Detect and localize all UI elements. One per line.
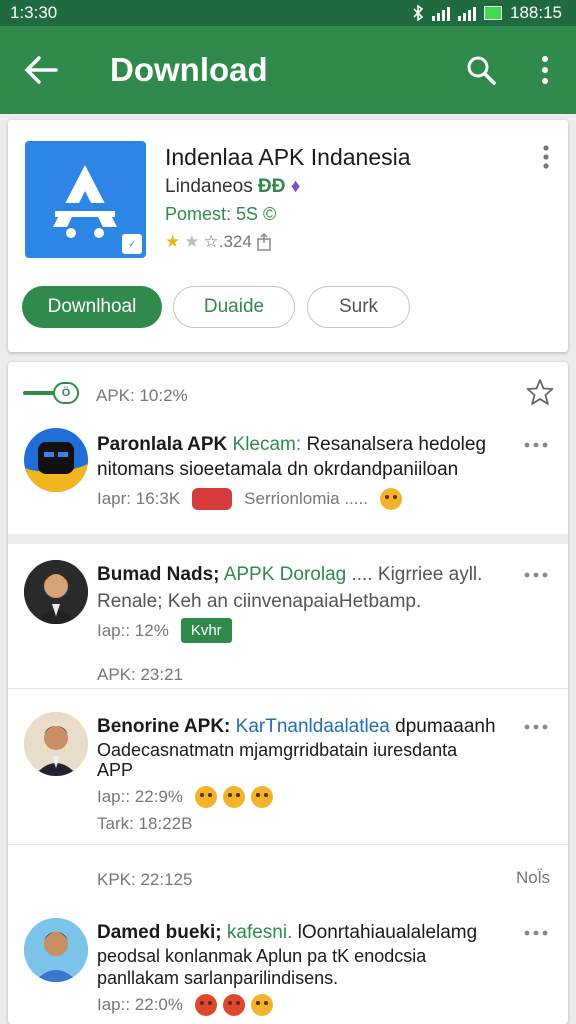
bluetooth-icon <box>413 5 424 21</box>
app-developer[interactable]: Lindaneos ÐÐ ♦ <box>165 176 300 198</box>
avatar <box>24 428 88 492</box>
emoji-icon <box>195 786 218 808</box>
status-time: 1:3:30 <box>10 3 58 22</box>
more-horiz-icon <box>524 724 548 730</box>
post-body-extra: panllakam sarlanparilindisens. <box>97 968 339 988</box>
page-title: Download <box>110 51 268 88</box>
battery-icon <box>484 6 502 20</box>
post-menu-button[interactable] <box>524 720 550 734</box>
status-clock: 188:15 <box>510 3 562 22</box>
app-card-menu-button[interactable] <box>532 142 560 172</box>
person-avatar-icon <box>24 712 88 776</box>
post-menu-button[interactable] <box>524 568 550 582</box>
verified-badge-icon: ✓ <box>122 234 142 254</box>
more-horiz-icon <box>524 572 548 578</box>
post-meta-extra: Serrionlomia ..... <box>244 489 368 508</box>
post-tag: APPK Dorolag <box>223 564 347 585</box>
avatar <box>24 918 88 982</box>
post-text: dpumaaanh <box>395 716 496 737</box>
post-text: .... Kigrriee ayll. <box>351 564 483 585</box>
post-body: nitomans sioeetamala dn okrdandpaniiloan <box>97 459 459 480</box>
leaf-icon: ♦ <box>290 176 301 197</box>
post-body-extra: APP <box>97 760 134 780</box>
app-rating: ★ ★ ☆.324 <box>165 232 272 252</box>
app-icon[interactable]: ✓ <box>25 141 146 258</box>
post-menu-button[interactable] <box>524 438 550 452</box>
app-name: Indenlaa APK Indanesia <box>165 144 411 170</box>
list-item[interactable]: KPK: 22:125 Nol̈s Damed bueki; kafesni. … <box>8 862 568 1024</box>
list-item[interactable]: Bumad Nads; APPK Dorolag .... Kigrriee a… <box>8 544 568 684</box>
post-meta: Iap:: 12% <box>97 620 169 640</box>
guide-button[interactable]: Duaide <box>173 286 295 328</box>
post-menu-button[interactable] <box>524 926 550 940</box>
heart-bubble-icon <box>192 488 233 510</box>
post-author: Paronlala APK <box>97 434 228 455</box>
post-tag: Klecam: <box>232 434 302 455</box>
feed-apk-label: APK: 10:2% <box>96 386 188 405</box>
developer-badge: ÐÐ <box>257 176 286 197</box>
post-meta: Iap:: 22:9% <box>97 787 184 806</box>
emoji-icon <box>251 786 274 808</box>
list-item[interactable]: Benorine APK: KarTnanldaalatlea dpumaaan… <box>8 702 568 842</box>
app-bar: Download <box>0 26 576 114</box>
rating-value: ☆.324 <box>203 232 252 251</box>
post-body: Oadecasnatmatn mjamgrridbatain iuresdant… <box>97 740 458 760</box>
star-filled-icon: ★ <box>165 232 181 251</box>
star-empty-icon: ★ <box>184 232 200 251</box>
post-tag: kafesni. <box>226 922 293 943</box>
emoji-icon <box>195 994 218 1016</box>
post-author: Damed bueki; <box>97 922 222 943</box>
signal-icon <box>432 5 450 21</box>
post-text: lOonrtahiaualalelamg <box>297 922 478 943</box>
feed-toggle[interactable]: Ö <box>23 382 79 404</box>
toggle-thumb: Ö <box>53 382 79 404</box>
robot-avatar-icon <box>24 442 88 492</box>
app-card: ✓ Indenlaa APK Indanesia Lindaneos ÐÐ ♦ … <box>8 120 568 352</box>
post-tark-label: Tark: 18:22B <box>97 814 193 833</box>
person-avatar-icon <box>24 560 88 624</box>
signal-icon <box>458 5 476 21</box>
overflow-menu-button[interactable] <box>522 45 568 95</box>
person-avatar-icon <box>24 918 88 982</box>
post-author: Benorine APK: <box>97 716 231 737</box>
post-meta: Iapr: 16:3K <box>97 489 181 508</box>
status-badge[interactable]: Kvhr <box>180 618 232 643</box>
star-outline-icon <box>526 379 554 405</box>
avatar <box>24 560 88 624</box>
emoji-icon <box>251 994 274 1016</box>
status-icons: 188:15 <box>412 3 562 23</box>
more-horiz-icon <box>524 930 548 936</box>
post-author: Bumad Nads; <box>97 564 220 585</box>
post-kpk-right: Nol̈s <box>515 868 550 887</box>
more-vert-icon <box>543 145 549 169</box>
post-tag: KarTnanldaalatlea <box>235 716 390 737</box>
back-button[interactable] <box>16 45 66 95</box>
emoji-icon <box>379 488 402 510</box>
feed-header: Ö APK: 10:2% <box>8 362 568 422</box>
back-arrow-icon <box>24 56 58 84</box>
comment-feed: Ö APK: 10:2% Paronlala APK Klecam: Resan… <box>8 362 568 1024</box>
app-price: Pomest: 5S © <box>165 204 277 224</box>
emoji-icon <box>223 786 246 808</box>
developer-name: Lindaneos <box>165 176 253 197</box>
post-meta: Iap:: 22:0% <box>97 995 184 1014</box>
more-horiz-icon <box>524 442 548 448</box>
favorite-button[interactable] <box>526 378 554 406</box>
download-button[interactable]: Downlhoal <box>22 286 162 328</box>
emoji-icon <box>223 994 246 1016</box>
share-box-icon <box>257 233 271 251</box>
avatar <box>24 712 88 776</box>
list-item[interactable]: Paronlala APK Klecam: Resanalsera hedole… <box>8 424 568 532</box>
post-text: Resanalsera hedoleg <box>306 434 487 455</box>
share-button[interactable]: Surk <box>307 286 410 328</box>
more-vert-icon <box>542 56 548 84</box>
status-bar: 1:3:30 188:15 <box>0 0 576 26</box>
search-button[interactable] <box>458 45 504 95</box>
post-apk-label: APK: 23:21 <box>97 665 184 684</box>
post-body: Renale; Keh an ciinvenapaiaHetbamp. <box>97 591 422 612</box>
post-body: peodsal konlanmak Aplun pa tK enodcsia <box>97 946 427 966</box>
search-icon <box>467 56 496 85</box>
post-kpk-label: KPK: 22:125 <box>97 870 193 889</box>
